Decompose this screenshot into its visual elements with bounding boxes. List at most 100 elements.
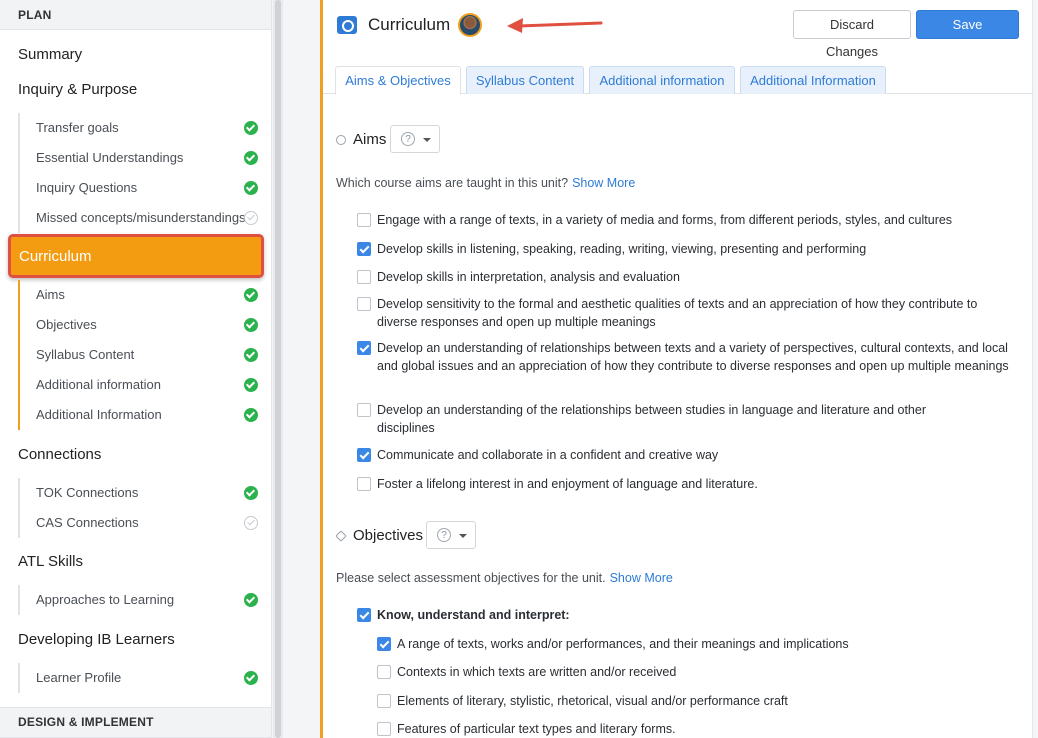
sidebar-item-label: CAS Connections xyxy=(36,515,139,530)
checkbox[interactable] xyxy=(357,341,371,355)
sidebar-group-connections[interactable]: Connections xyxy=(18,446,101,463)
objectives-show-more-link[interactable]: Show More xyxy=(610,571,673,585)
check-circle-icon xyxy=(244,378,258,392)
check-circle-icon xyxy=(244,593,258,607)
sidebar-group-inquiry[interactable]: Inquiry & Purpose xyxy=(18,81,137,98)
option-text: Communicate and collaborate in a confide… xyxy=(377,448,719,462)
sidebar-item-label: Approaches to Learning xyxy=(36,592,175,607)
sidebar-item-transfer-goals[interactable]: Transfer goals xyxy=(20,113,264,143)
checkbox[interactable] xyxy=(357,213,371,227)
sidebar-item-label: Additional Information xyxy=(36,407,162,422)
option-text: Elements of literary, stylistic, rhetori… xyxy=(397,694,788,708)
tab-additional-information-2[interactable]: Additional Information xyxy=(740,66,886,94)
sidebar-item-aims[interactable]: Aims xyxy=(20,280,264,310)
scrollbar-thumb[interactable] xyxy=(275,0,281,738)
option-text: Develop skills in interpretation, analys… xyxy=(377,270,680,284)
save-changes-button[interactable]: Save Changes xyxy=(916,10,1019,59)
tab-additional-information-1[interactable]: Additional information xyxy=(589,66,735,94)
sidebar-group-label: Curriculum xyxy=(19,248,92,265)
sidebar-item-summary[interactable]: Summary xyxy=(18,46,82,63)
plan-section-header: PLAN xyxy=(0,0,271,30)
check-circle-icon xyxy=(244,121,258,135)
checkbox[interactable] xyxy=(357,608,371,622)
sidebar: PLAN Summary Inquiry & Purpose Transfer … xyxy=(0,0,272,738)
sidebar-item-syllabus-content[interactable]: Syllabus Content xyxy=(20,340,264,370)
app-window: PLAN Summary Inquiry & Purpose Transfer … xyxy=(0,0,1038,738)
sidebar-item-tok-connections[interactable]: TOK Connections xyxy=(20,478,264,508)
sidebar-item-additional-information-2[interactable]: Additional Information xyxy=(20,400,264,430)
caret-down-icon xyxy=(459,534,467,538)
tab-bar: Aims & Objectives Syllabus Content Addit… xyxy=(323,66,1033,95)
sidebar-item-cas-connections[interactable]: CAS Connections xyxy=(20,508,264,538)
check-circle-icon xyxy=(244,318,258,332)
checkbox[interactable] xyxy=(357,403,371,417)
option-text: Develop skills in listening, speaking, r… xyxy=(377,242,867,256)
inquiry-sub-list: Transfer goals Essential Understandings … xyxy=(18,113,264,233)
sidebar-item-learner-profile[interactable]: Learner Profile xyxy=(20,663,264,693)
sidebar-item-label: Additional information xyxy=(36,377,162,392)
section-title: Aims xyxy=(353,131,387,148)
diamond-marker-icon xyxy=(335,530,347,542)
main-panel: Curriculum Discard Changes Save Changes … xyxy=(320,0,1033,738)
sidebar-item-label: Inquiry Questions xyxy=(36,180,138,195)
sidebar-item-missed-concepts[interactable]: Missed concepts/misunderstandings xyxy=(20,203,264,233)
objectives-prompt: Please select assessment objectives for … xyxy=(336,571,673,585)
check-circle-icon xyxy=(244,151,258,165)
option-text: A range of texts, works and/or performan… xyxy=(397,637,849,651)
checkbox[interactable] xyxy=(377,694,391,708)
sidebar-scrollbar[interactable] xyxy=(273,0,283,738)
option-text: Develop an understanding of relationship… xyxy=(377,341,1009,373)
connections-sub-list: TOK Connections CAS Connections xyxy=(18,478,264,538)
check-circle-icon xyxy=(244,288,258,302)
check-circle-icon xyxy=(244,671,258,685)
sidebar-group-curriculum-active[interactable]: Curriculum xyxy=(8,234,264,278)
discard-changes-button[interactable]: Discard Changes xyxy=(793,10,911,59)
aims-show-more-link[interactable]: Show More xyxy=(572,176,635,190)
avatar[interactable] xyxy=(458,13,482,37)
checkbox[interactable] xyxy=(357,242,371,256)
section-title: Objectives xyxy=(353,527,424,544)
sidebar-item-essential-understandings[interactable]: Essential Understandings xyxy=(20,143,264,173)
sidebar-item-label: Essential Understandings xyxy=(36,150,184,165)
sidebar-item-label: Transfer goals xyxy=(36,120,119,135)
empty-check-icon xyxy=(244,211,258,225)
checkbox[interactable] xyxy=(357,297,371,311)
sidebar-group-atl-skills[interactable]: ATL Skills xyxy=(18,553,83,570)
design-section-header: DESIGN & IMPLEMENT xyxy=(0,707,271,738)
circle-marker-icon xyxy=(336,135,346,145)
prompt-text: Please select assessment objectives for … xyxy=(336,571,606,585)
checkbox[interactable] xyxy=(377,665,391,679)
sidebar-item-label: Learner Profile xyxy=(36,670,122,685)
question-icon: ? xyxy=(437,528,451,542)
empty-check-icon xyxy=(244,516,258,530)
checkbox[interactable] xyxy=(377,637,391,651)
question-icon: ? xyxy=(401,132,415,146)
sidebar-group-developing-ib-learners[interactable]: Developing IB Learners xyxy=(18,631,175,648)
sidebar-item-approaches-to-learning[interactable]: Approaches to Learning xyxy=(20,585,264,615)
check-circle-icon xyxy=(244,181,258,195)
option-text: Contexts in which texts are written and/… xyxy=(397,665,677,679)
aims-help-dropdown[interactable]: ? xyxy=(390,125,440,153)
sidebar-item-label: Syllabus Content xyxy=(36,347,135,362)
sidebar-item-label: Objectives xyxy=(36,317,97,332)
checkbox[interactable] xyxy=(357,270,371,284)
annotation-arrow-icon xyxy=(507,18,603,33)
option-text: Engage with a range of texts, in a varie… xyxy=(377,213,953,227)
aims-prompt: Which course aims are taught in this uni… xyxy=(336,176,635,190)
curriculum-book-icon xyxy=(337,16,357,34)
objectives-help-dropdown[interactable]: ? xyxy=(426,521,476,549)
checkbox[interactable] xyxy=(377,722,391,736)
caret-down-icon xyxy=(423,138,431,142)
tab-syllabus-content[interactable]: Syllabus Content xyxy=(466,66,584,94)
option-text: Develop an understanding of the relation… xyxy=(377,403,926,435)
sidebar-item-objectives[interactable]: Objectives xyxy=(20,310,264,340)
sidebar-item-additional-information-1[interactable]: Additional information xyxy=(20,370,264,400)
tab-aims-objectives[interactable]: Aims & Objectives xyxy=(335,66,461,95)
checkbox[interactable] xyxy=(357,477,371,491)
check-circle-icon xyxy=(244,408,258,422)
option-text: Features of particular text types and li… xyxy=(397,722,676,736)
option-text: Develop sensitivity to the formal and ae… xyxy=(377,297,978,329)
checkbox[interactable] xyxy=(357,448,371,462)
sidebar-item-inquiry-questions[interactable]: Inquiry Questions xyxy=(20,173,264,203)
option-text: Know, understand and interpret: xyxy=(377,608,570,622)
